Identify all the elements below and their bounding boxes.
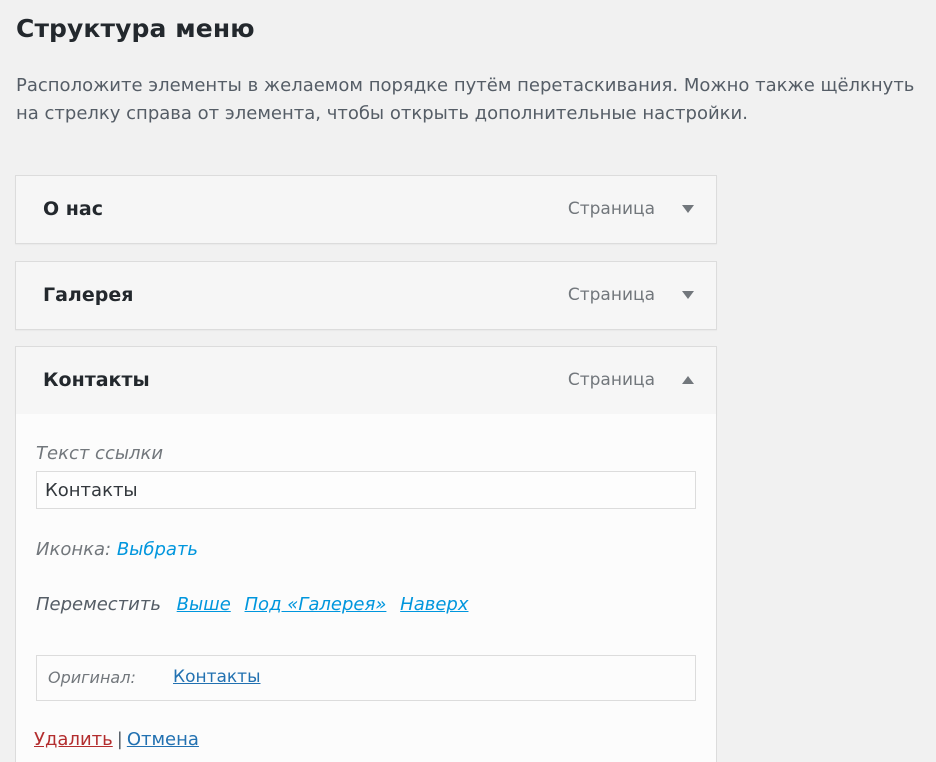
icon-row: Иконка: Выбрать	[36, 539, 198, 560]
cancel-link[interactable]: Отмена	[127, 729, 199, 750]
arrow-down-icon[interactable]	[678, 285, 698, 305]
move-to-top-link[interactable]: Наверх	[400, 594, 468, 615]
delete-link[interactable]: Удалить	[34, 729, 113, 750]
link-text-input[interactable]	[36, 471, 696, 509]
menu-structure-page: Структура меню Расположите элементы в же…	[0, 0, 936, 762]
menu-item-type: Страница	[567, 370, 655, 390]
move-label: Переместить	[36, 594, 161, 615]
menu-item-about[interactable]: О нас Страница	[15, 175, 717, 244]
original-label: Оригинал:	[48, 668, 136, 687]
menu-item-type: Страница	[567, 199, 655, 219]
link-text-label: Текст ссылки	[36, 443, 164, 464]
choose-icon-link[interactable]: Выбрать	[117, 539, 198, 560]
original-box: Оригинал: Контакты	[36, 655, 696, 701]
item-actions: Удалить | Отмена	[34, 729, 199, 750]
menu-item-gallery[interactable]: Галерея Страница	[15, 261, 717, 330]
icon-label: Иконка:	[36, 539, 112, 560]
menu-item-contacts[interactable]: Контакты Страница	[15, 346, 717, 415]
move-up-link[interactable]: Выше	[177, 594, 231, 615]
page-description: Расположите элементы в желаемом порядке …	[16, 75, 915, 124]
menu-item-type: Страница	[567, 285, 655, 305]
move-under-gallery-link[interactable]: Под «Галерея»	[245, 594, 387, 615]
move-row: Переместить Выше Под «Галерея» Наверх	[36, 594, 468, 615]
actions-separator: |	[116, 729, 123, 750]
menu-item-title: Контакты	[43, 369, 150, 391]
menu-item-title: О нас	[43, 198, 103, 220]
page-title: Структура меню	[16, 14, 255, 43]
original-link[interactable]: Контакты	[173, 656, 261, 699]
menu-item-settings-panel: Текст ссылки Иконка: Выбрать Переместить…	[15, 414, 717, 762]
menu-item-title: Галерея	[43, 284, 134, 306]
arrow-down-icon[interactable]	[678, 199, 698, 219]
arrow-up-icon[interactable]	[678, 370, 698, 390]
